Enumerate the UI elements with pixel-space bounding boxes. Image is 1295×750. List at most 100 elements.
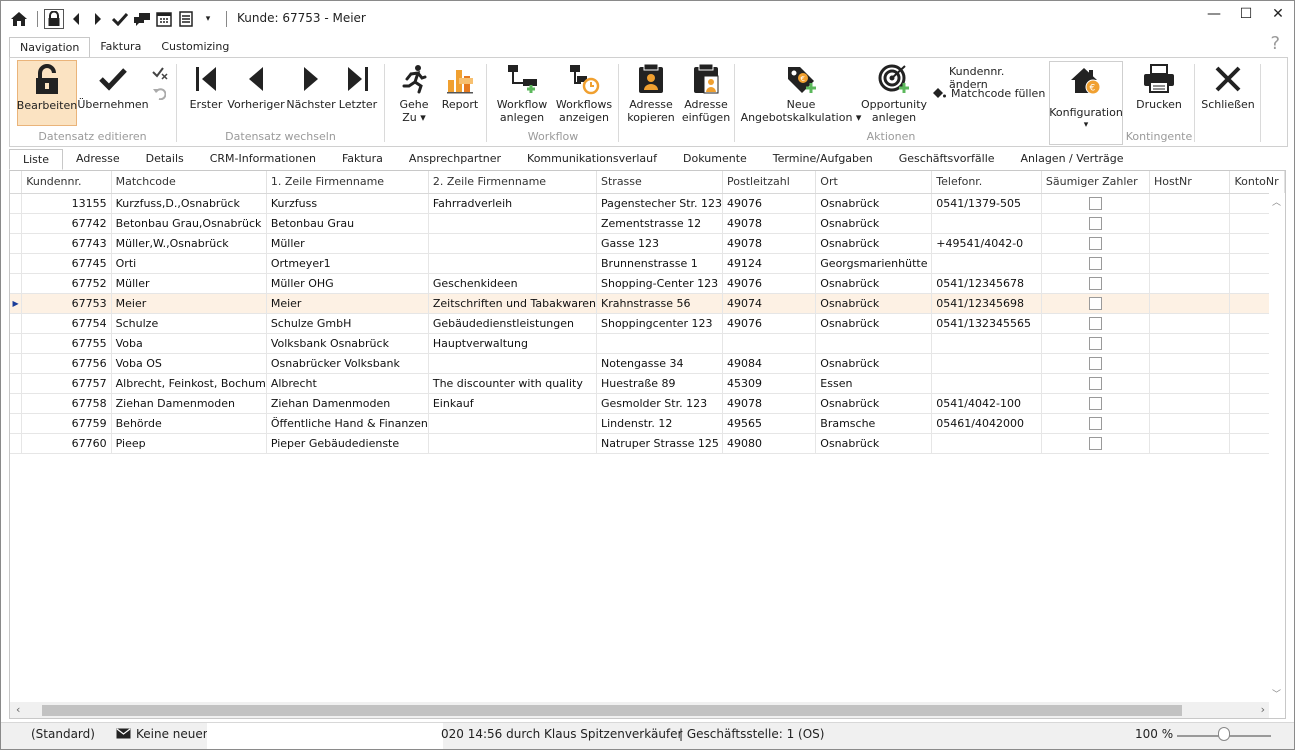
table-row[interactable]: ▶ 67753 Meier Meier Zeitschriften und Tabakw… — [10, 293, 1285, 314]
prev-icon[interactable] — [66, 9, 86, 29]
table-cell-firma1[interactable]: Ortmeyer1 — [266, 253, 429, 274]
table-cell-tel[interactable] — [931, 353, 1042, 374]
dropdown-icon[interactable]: ▾ — [198, 9, 218, 29]
table-cell-matchcode[interactable]: Ziehan Damenmoden — [111, 393, 267, 414]
saeumiger-zahler-checkbox[interactable] — [1088, 376, 1102, 390]
table-cell-firma1[interactable]: Osnabrücker Volksbank — [266, 353, 429, 374]
table-row[interactable]: 67758 Ziehan Damenmoden Ziehan Damenmoden E… — [10, 393, 1285, 414]
table-cell-firma2[interactable]: Fahrradverleih — [428, 193, 598, 214]
table-cell-firma2[interactable] — [428, 433, 598, 454]
table-cell-kundennr[interactable]: 67752 — [21, 273, 112, 294]
table-cell-tel[interactable] — [931, 433, 1042, 454]
table-cell-ort[interactable]: Osnabrück — [815, 293, 933, 314]
table-cell-matchcode[interactable]: Kurzfuss,D.,Osnabrück — [111, 193, 267, 214]
scroll-thumb[interactable] — [42, 705, 1182, 716]
saeumiger-zahler-checkbox[interactable] — [1088, 396, 1102, 410]
table-cell-strasse[interactable]: Notengasse 34 — [596, 353, 724, 374]
tab-details[interactable]: Details — [133, 149, 197, 170]
saeumiger-zahler-checkbox[interactable] — [1088, 436, 1102, 450]
table-row[interactable]: 13155 Kurzfuss,D.,Osnabrück Kurzfuss Fahrra… — [10, 193, 1285, 214]
row-indicator[interactable] — [10, 233, 23, 254]
table-cell-matchcode[interactable]: Pieep — [111, 433, 267, 454]
table-cell-strasse[interactable] — [596, 333, 724, 354]
table-cell-matchcode[interactable]: Albrecht, Feinkost, Bochum — [111, 373, 267, 394]
table-cell-firma2[interactable] — [428, 353, 598, 374]
table-cell-saeumiger-zahler[interactable] — [1041, 213, 1151, 234]
saeumiger-zahler-checkbox[interactable] — [1088, 336, 1102, 350]
table-cell-tel[interactable] — [931, 373, 1042, 394]
vorheriger-button[interactable]: Vorheriger — [227, 60, 285, 126]
table-cell-plz[interactable]: 49565 — [722, 413, 817, 434]
adresse-kopieren-button[interactable]: Adresse kopieren — [626, 60, 676, 126]
tab-customizing[interactable]: Customizing — [151, 37, 239, 58]
table-cell-plz[interactable]: 49078 — [722, 233, 817, 254]
table-cell-kundennr[interactable]: 67754 — [21, 313, 112, 334]
table-cell-strasse[interactable]: Brunnenstrasse 1 — [596, 253, 724, 274]
tab-navigation[interactable]: Navigation — [9, 37, 91, 58]
table-cell-hostnr[interactable] — [1149, 233, 1231, 254]
scroll-down-icon[interactable]: ﹀ — [1272, 687, 1281, 700]
gehe-zu-button[interactable]: Gehe Zu ▾ — [396, 60, 432, 126]
table-cell-matchcode[interactable]: Orti — [111, 253, 267, 274]
table-cell-hostnr[interactable] — [1149, 253, 1231, 274]
table-row[interactable]: 67754 Schulze Schulze GmbH Gebäudedienstlei… — [10, 313, 1285, 334]
list-icon[interactable] — [176, 9, 196, 29]
saeumiger-zahler-checkbox[interactable] — [1088, 256, 1102, 270]
matchcode-fuellen-button[interactable]: Matchcode füllen — [931, 86, 1045, 100]
table-cell-hostnr[interactable] — [1149, 433, 1231, 454]
table-cell-firma1[interactable]: Müller OHG — [266, 273, 429, 294]
saeumiger-zahler-checkbox[interactable] — [1088, 216, 1102, 230]
table-cell-ort[interactable]: Osnabrück — [815, 273, 933, 294]
table-cell-tel[interactable]: 05461/4042000 — [931, 413, 1042, 434]
saeumiger-zahler-checkbox[interactable] — [1088, 356, 1102, 370]
table-cell-firma1[interactable]: Meier — [266, 293, 429, 314]
table-cell-kundennr[interactable]: 67758 — [21, 393, 112, 414]
drucken-button[interactable]: Drucken — [1130, 60, 1188, 126]
table-cell-plz[interactable]: 49084 — [722, 353, 817, 374]
table-row[interactable]: 67752 Müller Müller OHG Geschenkideen Shoppi… — [10, 273, 1285, 294]
table-cell-ort[interactable] — [815, 333, 933, 354]
table-cell-firma1[interactable]: Müller — [266, 233, 429, 254]
table-cell-plz[interactable]: 49074 — [722, 293, 817, 314]
table-cell-plz[interactable]: 49076 — [722, 193, 817, 214]
table-row[interactable]: 67755 Voba Volksbank Osnabrück Hauptverwalt… — [10, 333, 1285, 354]
table-cell-ort[interactable]: Osnabrück — [815, 353, 933, 374]
table-cell-strasse[interactable]: Gasse 123 — [596, 233, 724, 254]
table-cell-firma1[interactable]: Schulze GmbH — [266, 313, 429, 334]
table-cell-saeumiger-zahler[interactable] — [1041, 253, 1151, 274]
column-header[interactable]: Telefonr. — [931, 171, 1042, 194]
row-indicator[interactable] — [10, 313, 23, 334]
table-cell-strasse[interactable]: Huestraße 89 — [596, 373, 724, 394]
tab-anlagen-vertraege[interactable]: Anlagen / Verträge — [1008, 149, 1137, 170]
table-cell-tel[interactable]: 0541/12345678 — [931, 273, 1042, 294]
table-cell-saeumiger-zahler[interactable] — [1041, 333, 1151, 354]
table-cell-ort[interactable]: Osnabrück — [815, 233, 933, 254]
tab-faktura-content[interactable]: Faktura — [329, 149, 396, 170]
table-cell-firma2[interactable] — [428, 213, 598, 234]
table-cell-hostnr[interactable] — [1149, 213, 1231, 234]
calendar-icon[interactable] — [154, 9, 174, 29]
table-cell-tel[interactable] — [931, 253, 1042, 274]
table-cell-plz[interactable]: 49080 — [722, 433, 817, 454]
table-row[interactable]: 67743 Müller,W.,Osnabrück Müller Gasse 123 4… — [10, 233, 1285, 254]
table-cell-ort[interactable]: Osnabrück — [815, 433, 933, 454]
table-cell-firma1[interactable]: Kurzfuss — [266, 193, 429, 214]
table-cell-firma1[interactable]: Pieper Gebäudedienste — [266, 433, 429, 454]
table-cell-ort[interactable]: Osnabrück — [815, 393, 933, 414]
table-cell-strasse[interactable]: Gesmolder Str. 123 — [596, 393, 724, 414]
table-row[interactable]: 67745 Orti Ortmeyer1 Brunnenstrasse 1 49124 G… — [10, 253, 1285, 274]
table-cell-kundennr[interactable]: 67755 — [21, 333, 112, 354]
vertical-scrollbar[interactable]: ︿ ﹀ — [1269, 193, 1285, 702]
table-cell-tel[interactable] — [931, 213, 1042, 234]
saeumiger-zahler-checkbox[interactable] — [1088, 316, 1102, 330]
column-header[interactable]: Postleitzahl — [722, 171, 817, 194]
undo-icon[interactable] — [152, 86, 166, 100]
row-indicator[interactable] — [10, 373, 23, 394]
schliessen-button[interactable]: Schließen — [1200, 60, 1256, 126]
table-cell-kundennr[interactable]: 13155 — [21, 193, 112, 214]
erster-button[interactable]: Erster — [188, 60, 224, 126]
table-cell-saeumiger-zahler[interactable] — [1041, 313, 1151, 334]
table-cell-strasse[interactable]: Pagenstecher Str. 123 — [596, 193, 724, 214]
report-button[interactable]: Report — [440, 60, 480, 126]
table-cell-matchcode[interactable]: Schulze — [111, 313, 267, 334]
